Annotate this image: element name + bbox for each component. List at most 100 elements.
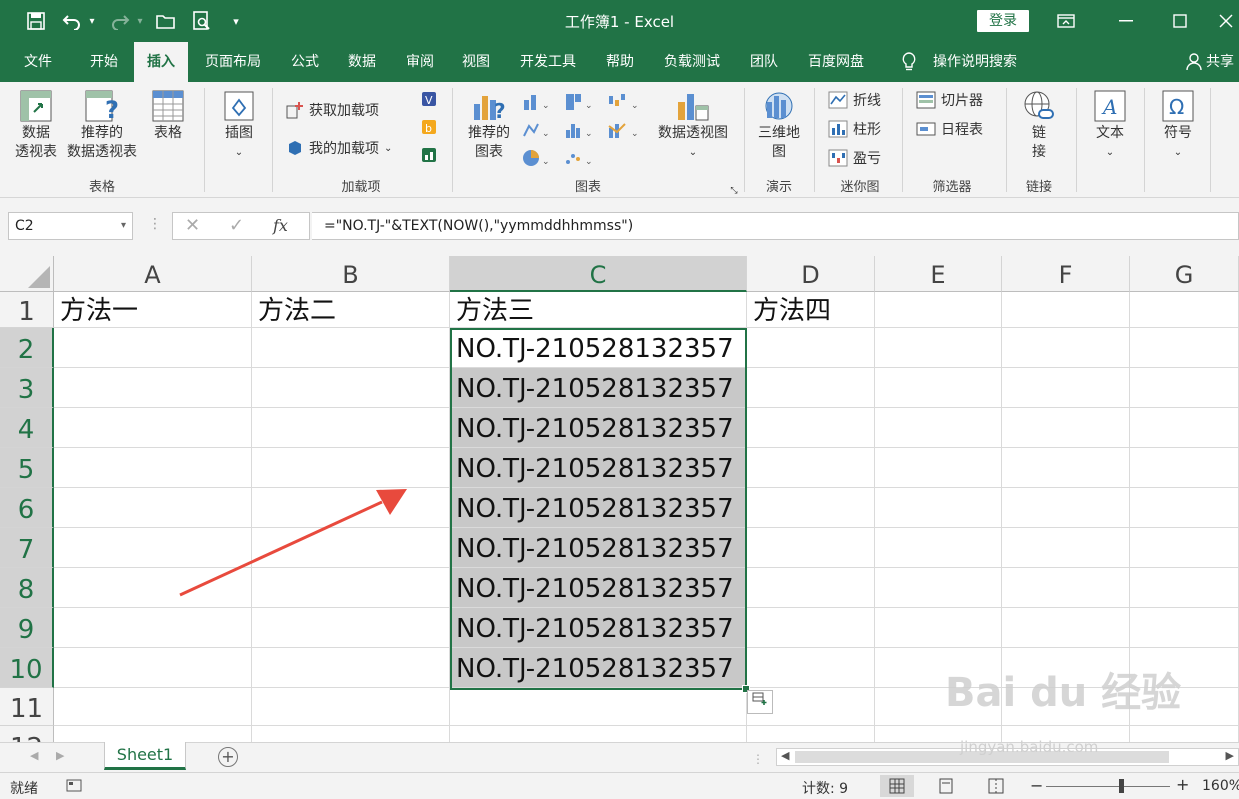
cell-e11[interactable] [875,688,1002,726]
cell-g9[interactable] [1130,608,1239,648]
scroll-left-icon[interactable]: ◀ [781,749,789,762]
waterfall-chart-icon[interactable]: ⌄ [604,92,646,118]
cell-g2[interactable] [1130,328,1239,368]
column-header-f[interactable]: F [1002,256,1130,292]
cell-f9[interactable] [1002,608,1130,648]
cell-c8[interactable]: NO.TJ-210528132357 [450,568,747,608]
cell-d4[interactable] [747,408,875,448]
cell-d1[interactable]: 方法四 [747,292,875,328]
column-header-d[interactable]: D [747,256,875,292]
cell-a4[interactable] [54,408,252,448]
column-header-b[interactable]: B [252,256,450,292]
cell-g5[interactable] [1130,448,1239,488]
select-all-corner[interactable] [0,256,54,292]
row-header-12[interactable]: 12 [0,726,54,742]
quick-analysis-icon[interactable] [747,690,773,714]
statistic-chart-icon[interactable]: ⌄ [562,120,596,146]
close-icon[interactable] [1206,6,1239,36]
cell-e9[interactable] [875,608,1002,648]
line-chart-icon[interactable]: ⌄ [520,120,554,146]
macro-record-icon[interactable] [66,777,82,797]
cell-b4[interactable] [252,408,450,448]
cell-f8[interactable] [1002,568,1130,608]
cell-c1[interactable]: 方法三 [450,292,747,328]
cell-g11[interactable] [1130,688,1239,726]
hierarchy-chart-icon[interactable]: ⌄ [562,92,596,118]
user-icon[interactable] [1184,42,1204,82]
cell-f11[interactable] [1002,688,1130,726]
tab-view[interactable]: 视图 [452,42,500,82]
tab-file[interactable]: 文件 [14,42,62,82]
row-header-11[interactable]: 11 [0,688,54,726]
cell-c11[interactable] [450,688,747,726]
cell-f5[interactable] [1002,448,1130,488]
recommended-charts-button[interactable]: ? 推荐的 图表 [462,88,516,162]
cell-a8[interactable] [54,568,252,608]
cell-f4[interactable] [1002,408,1130,448]
row-header-5[interactable]: 5 [0,448,54,488]
redo-dropdown-icon[interactable]: ▾ [134,9,146,33]
minimize-icon[interactable] [1106,6,1146,36]
combo-chart-icon[interactable]: ⌄ [604,120,646,146]
cell-a12[interactable] [54,726,252,742]
tab-review[interactable]: 审阅 [396,42,444,82]
cell-b3[interactable] [252,368,450,408]
slicer-button[interactable]: 切片器 [916,90,983,110]
cell-g7[interactable] [1130,528,1239,568]
row-header-2[interactable]: 2 [0,328,54,368]
row-header-6[interactable]: 6 [0,488,54,528]
undo-icon[interactable] [60,9,84,33]
ribbon-display-options-icon[interactable] [1046,6,1086,36]
row-header-3[interactable]: 3 [0,368,54,408]
cell-a11[interactable] [54,688,252,726]
cell-d10[interactable] [747,648,875,688]
row-header-7[interactable]: 7 [0,528,54,568]
zoom-slider-thumb[interactable] [1119,779,1124,793]
pivot-chart-button[interactable]: 数据透视图 ⌄ [652,88,734,162]
cell-a9[interactable] [54,608,252,648]
cell-c7[interactable]: NO.TJ-210528132357 [450,528,747,568]
cell-c4[interactable]: NO.TJ-210528132357 [450,408,747,448]
cell-f3[interactable] [1002,368,1130,408]
zoom-slider[interactable] [1046,786,1170,787]
tab-help[interactable]: 帮助 [596,42,644,82]
scrollbar-thumb[interactable] [795,751,1169,763]
illustrations-button[interactable]: 插图 ⌄ [214,88,264,162]
recommended-pivot-button[interactable]: ? 推荐的 数据透视表 [64,88,140,162]
cell-a6[interactable] [54,488,252,528]
column-chart-icon[interactable]: ⌄ [520,92,554,118]
cell-g6[interactable] [1130,488,1239,528]
zoom-in-icon[interactable]: + [1176,775,1189,794]
column-header-a[interactable]: A [54,256,252,292]
cell-e2[interactable] [875,328,1002,368]
cell-b11[interactable] [252,688,450,726]
column-header-c[interactable]: C [450,256,747,292]
my-addins-button[interactable]: 我的加载项 ⌄ [286,138,392,158]
customize-qat-icon[interactable]: ▾ [228,9,244,33]
cell-e3[interactable] [875,368,1002,408]
tab-formulas[interactable]: 公式 [280,42,330,82]
scatter-chart-icon[interactable]: ⌄ [562,148,596,174]
cell-a5[interactable] [54,448,252,488]
cell-b8[interactable] [252,568,450,608]
cell-b7[interactable] [252,528,450,568]
cell-b6[interactable] [252,488,450,528]
cell-b2[interactable] [252,328,450,368]
column-header-e[interactable]: E [875,256,1002,292]
zoom-level[interactable]: 160% [1202,778,1239,794]
symbol-button[interactable]: Ω 符号 ⌄ [1154,88,1202,162]
print-preview-icon[interactable] [190,9,214,33]
tab-load-test[interactable]: 负载测试 [654,42,730,82]
cell-g4[interactable] [1130,408,1239,448]
cancel-icon[interactable]: ✕ [185,215,200,236]
cell-e6[interactable] [875,488,1002,528]
cell-c5[interactable]: NO.TJ-210528132357 [450,448,747,488]
cell-d6[interactable] [747,488,875,528]
cell-d2[interactable] [747,328,875,368]
cell-c2[interactable]: NO.TJ-210528132357 [450,328,747,368]
login-button[interactable]: 登录 [977,10,1029,32]
sparkline-line-button[interactable]: 折线 [828,90,881,110]
page-break-view-icon[interactable] [988,778,1004,798]
text-button[interactable]: A 文本 ⌄ [1086,88,1134,162]
redo-icon[interactable] [108,9,132,33]
